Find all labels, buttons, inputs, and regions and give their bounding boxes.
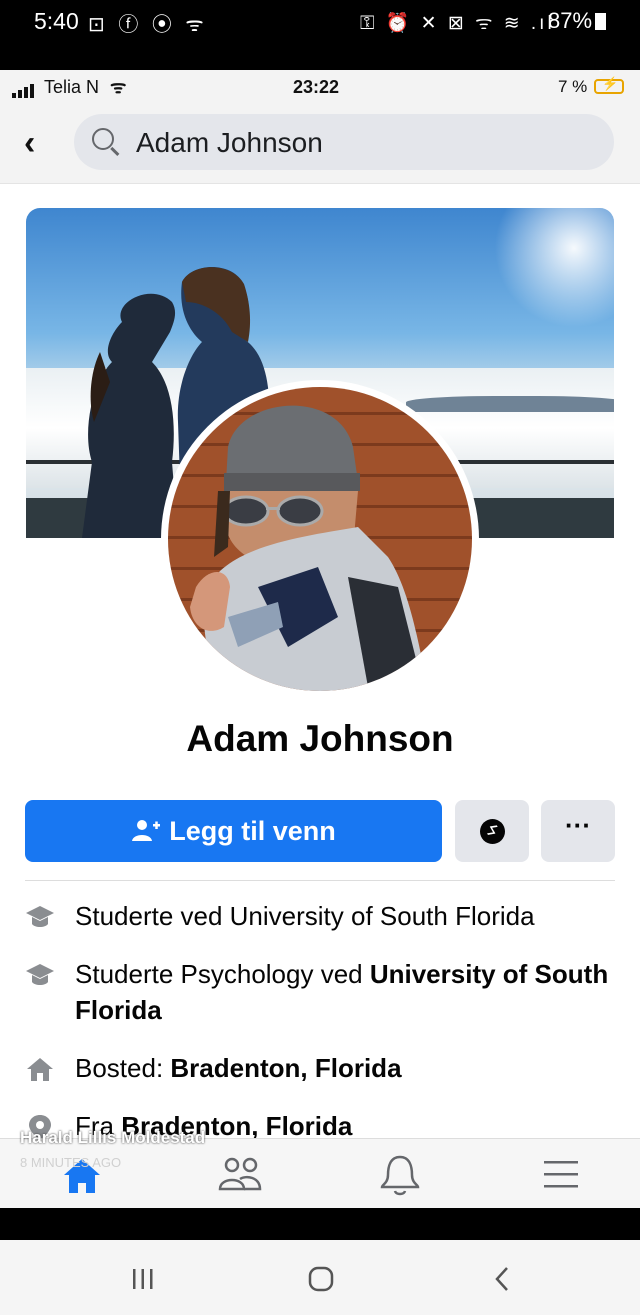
info-education-major-text: Studerte Psychology ved University of So… xyxy=(75,959,609,1025)
friends-icon[interactable] xyxy=(210,1153,270,1197)
message-button[interactable] xyxy=(455,800,529,862)
profile-picture[interactable] xyxy=(161,380,479,698)
back-nav-icon[interactable] xyxy=(490,1266,516,1292)
profile-photo-man xyxy=(190,405,428,691)
battery-level: 87% xyxy=(548,8,607,34)
sun-glare xyxy=(494,208,614,328)
charging-battery-icon xyxy=(594,76,624,94)
add-friend-label: Legg til venn xyxy=(169,815,336,846)
profile-name: Adam Johnson xyxy=(186,718,454,759)
ios-time: 23:22 xyxy=(293,77,340,97)
bottom-tab-bar xyxy=(0,1138,640,1208)
screen-gap xyxy=(0,1208,640,1240)
search-query: Adam Johnson xyxy=(136,127,323,158)
wifi-icon: ᯤ xyxy=(110,77,127,97)
facebook-profile-screenshot: Telia N ᯤ 23:22 7 % •• ‹ Adam Johnson xyxy=(0,70,640,1208)
recent-apps-icon[interactable] xyxy=(130,1266,156,1292)
divider xyxy=(25,880,615,881)
more-options-button[interactable]: ··· xyxy=(541,800,615,862)
notification-author: Harald Lillis Moldestad xyxy=(20,1128,206,1147)
graduation-cap-icon xyxy=(26,906,54,927)
search-icon xyxy=(92,128,114,150)
ios-battery-percent: 7 % xyxy=(558,77,588,96)
signal-icon xyxy=(12,80,36,98)
search-input[interactable]: Adam Johnson xyxy=(74,114,614,170)
home-icon xyxy=(27,1058,53,1081)
bell-icon[interactable] xyxy=(370,1153,430,1197)
notification-icons: ⊡ ⓕ ⦿ ᯤ xyxy=(88,14,208,36)
graduation-cap-icon xyxy=(26,964,54,985)
info-education-text: Studerte ved University of South Florida xyxy=(75,901,535,931)
search-header: ‹ Adam Johnson xyxy=(0,104,640,184)
info-current-city-text: Bosted: Bradenton, Florida xyxy=(75,1053,402,1083)
add-person-icon xyxy=(132,820,161,841)
system-icons: ⚿ ⏰ ✕ ⊠ ᯤ ≋ .ıl xyxy=(360,13,555,34)
battery-icon xyxy=(595,13,607,30)
add-friend-button[interactable]: Legg til venn xyxy=(25,800,442,862)
overlay-dots-icon: •• xyxy=(598,70,604,78)
android-status-bar: 5:40 ⊡ ⓕ ⦿ ᯤ ⚿ ⏰ ✕ ⊠ ᯤ ≋ .ıl 87% xyxy=(0,0,640,70)
home-nav-icon[interactable] xyxy=(308,1266,334,1292)
notification-time: 8 MINUTES AGO xyxy=(20,1155,122,1170)
menu-icon[interactable] xyxy=(530,1153,590,1197)
carrier-name: Telia N xyxy=(44,77,100,97)
ios-status-bar: Telia N ᯤ 23:22 7 % •• xyxy=(0,70,640,104)
back-button[interactable]: ‹ xyxy=(24,124,35,163)
status-time: 5:40 xyxy=(34,8,79,34)
current-city-link[interactable]: Bradenton, Florida xyxy=(170,1053,401,1083)
messenger-icon xyxy=(480,819,505,844)
android-nav-bar xyxy=(0,1240,640,1315)
